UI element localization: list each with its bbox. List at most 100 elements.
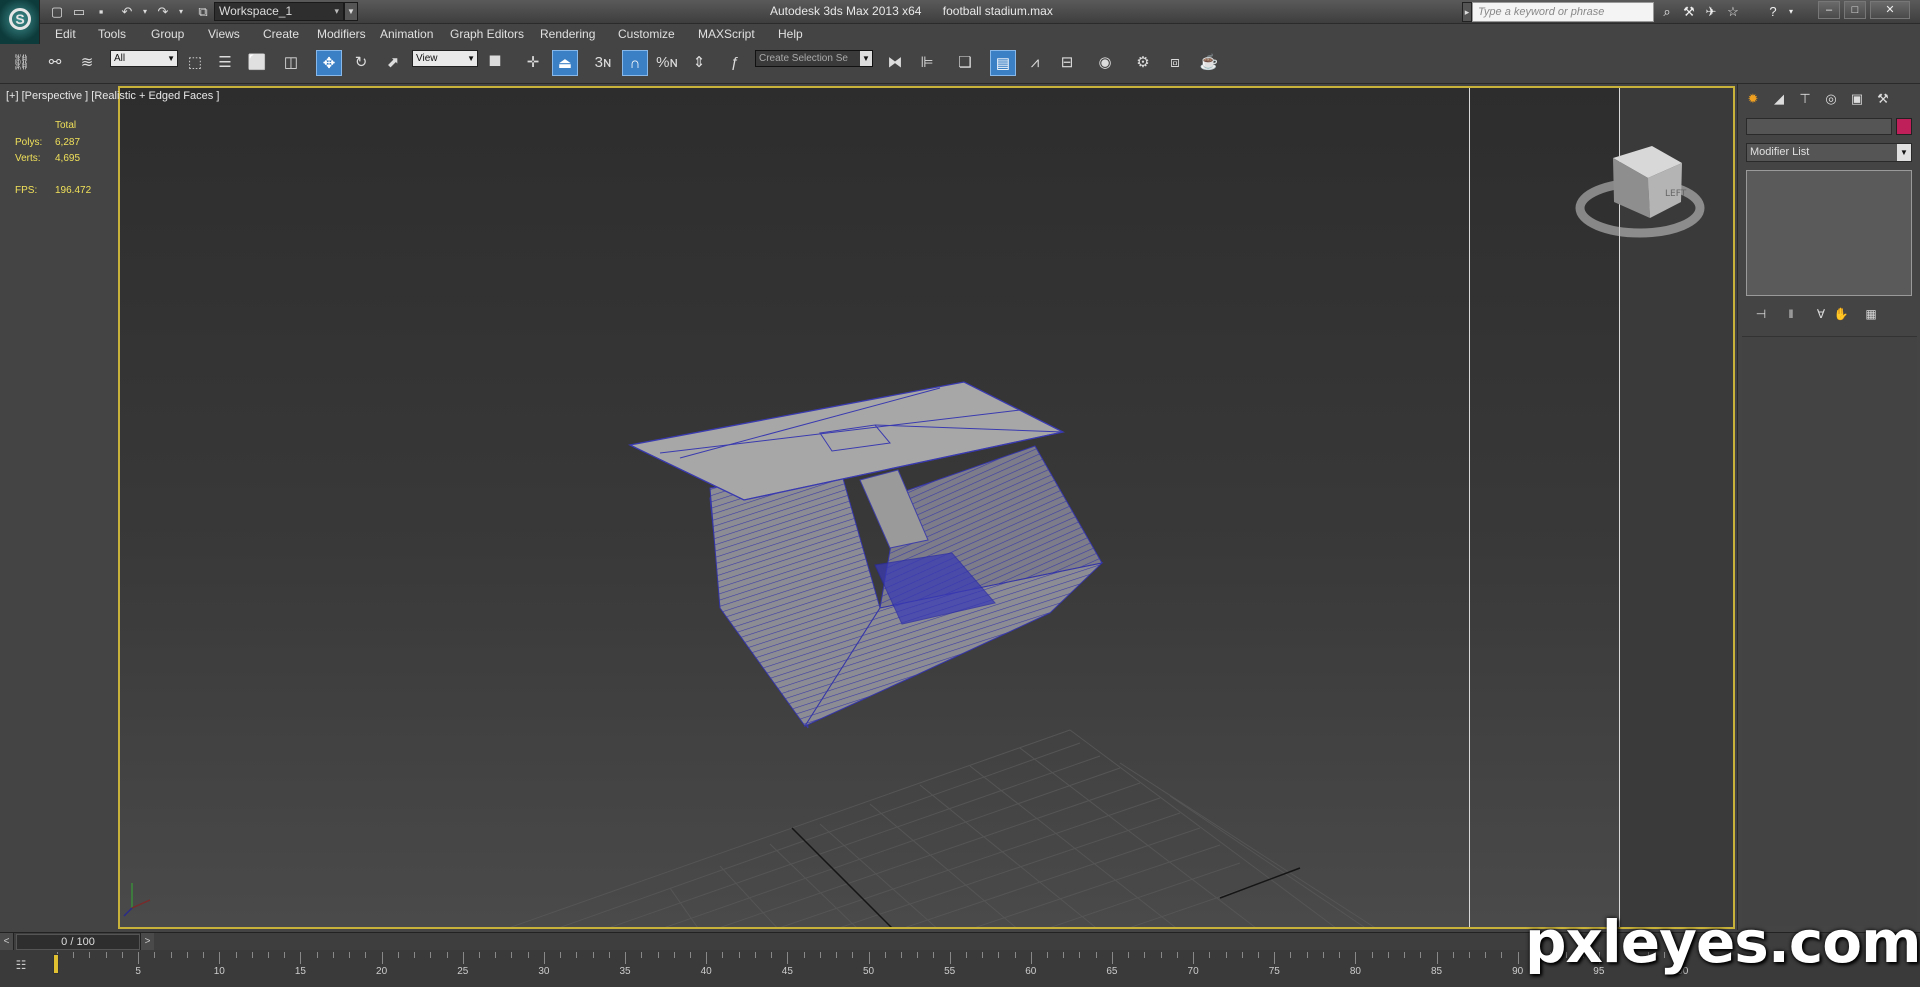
keyboard-shortcut-override-icon[interactable]: ⏏: [552, 50, 578, 76]
menu-group[interactable]: Group: [151, 27, 184, 41]
modifier-list-dropdown[interactable]: Modifier List ▼: [1746, 143, 1912, 162]
undo-icon[interactable]: ↶: [118, 3, 136, 21]
perspective-viewport[interactable]: LEFT: [118, 86, 1735, 929]
chevron-down-icon: ▼: [860, 51, 872, 66]
help-dropdown-icon[interactable]: ▾: [1782, 3, 1800, 21]
help-icon[interactable]: ?: [1764, 3, 1782, 21]
snaps-toggle-icon[interactable]: 3ɴ: [590, 50, 616, 76]
material-editor-icon[interactable]: ◉: [1092, 50, 1118, 76]
minimize-button[interactable]: –: [1818, 1, 1840, 19]
curve-editor-icon[interactable]: ⩘: [1022, 50, 1048, 76]
select-and-link-icon[interactable]: ⛓: [8, 50, 34, 76]
track-tick: [170, 952, 172, 958]
make-unique-icon[interactable]: ∀: [1810, 304, 1832, 324]
selection-filter-dropdown[interactable]: All ▼: [110, 50, 178, 67]
subscription-icon[interactable]: ⚒: [1680, 3, 1698, 21]
configure-modifier-sets-icon[interactable]: ▦: [1860, 304, 1882, 324]
show-end-result-icon[interactable]: ‖: [1780, 304, 1802, 324]
named-selection-sets-dropdown[interactable]: Create Selection Se ▼: [755, 50, 873, 67]
object-name-field[interactable]: [1746, 118, 1892, 135]
viewport-label-menu[interactable]: [+] [Perspective ] [Realistic + Edged Fa…: [6, 90, 219, 102]
percent-snap-toggle-icon[interactable]: %ɴ: [654, 50, 680, 76]
track-tick: [1387, 952, 1389, 958]
track-ruler[interactable]: 5 10 15 20 25 30 35 40 45 50 55 60 65 70 75 80 85 90 95 100: [55, 950, 1688, 987]
select-and-move-icon[interactable]: ✥: [316, 50, 342, 76]
track-tick: [1420, 952, 1422, 958]
angle-snap-toggle-icon[interactable]: ∩: [622, 50, 648, 76]
modify-tab-icon[interactable]: ◢: [1768, 88, 1790, 110]
pin-stack-icon[interactable]: ⊣: [1750, 304, 1772, 324]
search-input[interactable]: Type a keyword or phrase: [1472, 2, 1654, 22]
open-mini-curve-editor-icon[interactable]: ☷: [10, 956, 32, 974]
render-setup-icon[interactable]: ⚙: [1130, 50, 1156, 76]
next-frame-button[interactable]: >: [140, 933, 154, 951]
main-toolbar: ⛓ ⚯ ≋ All ▼ ⬚ ☰ ⬜ ◫ ✥ ↻ ⬈ View ▼ ⯀ ✛ ⏏ 3…: [0, 44, 1920, 84]
menu-maxscript[interactable]: MAXScript: [698, 27, 755, 41]
snap-dimension-label: 3: [594, 54, 604, 71]
project-folder-icon[interactable]: ⧉: [194, 3, 212, 21]
maximize-button[interactable]: □: [1844, 1, 1866, 19]
communication-icon[interactable]: ✈: [1702, 3, 1720, 21]
menu-views[interactable]: Views: [208, 27, 240, 41]
display-tab-icon[interactable]: ▣: [1846, 88, 1868, 110]
track-tick: [186, 952, 188, 958]
utilities-tab-icon[interactable]: ⚒: [1872, 88, 1894, 110]
modifier-stack[interactable]: [1746, 170, 1912, 296]
current-frame-marker[interactable]: [53, 954, 59, 974]
rendered-frame-window-icon[interactable]: ⧈: [1162, 50, 1188, 76]
undo-dropdown-icon[interactable]: ▾: [136, 3, 154, 21]
menu-help[interactable]: Help: [778, 27, 803, 41]
new-file-icon[interactable]: ▢: [48, 3, 66, 21]
mirror-icon[interactable]: ⧓: [882, 50, 908, 76]
favorites-icon[interactable]: ☆: [1724, 3, 1742, 21]
edit-named-selection-icon[interactable]: ƒ: [722, 50, 748, 76]
create-tab-icon[interactable]: ✹: [1742, 88, 1764, 110]
spinner-snap-toggle-icon[interactable]: ⇕: [686, 50, 712, 76]
save-file-icon[interactable]: ▪: [92, 3, 110, 21]
track-tick-label: 15: [294, 966, 306, 977]
menu-bar: Edit Tools Group Views Create Modifiers …: [40, 24, 1920, 44]
select-and-rotate-icon[interactable]: ↻: [348, 50, 374, 76]
open-file-icon[interactable]: ▭: [70, 3, 88, 21]
application-menu-button[interactable]: S: [0, 0, 40, 44]
select-object-icon[interactable]: ⬚: [182, 50, 208, 76]
redo-icon[interactable]: ↷: [154, 3, 172, 21]
ribbon-toggle-icon[interactable]: ▤: [990, 50, 1016, 76]
schematic-view-icon[interactable]: ⊟: [1054, 50, 1080, 76]
menu-graph-editors[interactable]: Graph Editors: [450, 27, 524, 41]
select-and-scale-icon[interactable]: ⬈: [380, 50, 406, 76]
workspace-dropdown[interactable]: Workspace_1 ▾: [214, 2, 344, 21]
menu-create[interactable]: Create: [263, 27, 299, 41]
quick-access-dropdown[interactable]: ▼: [344, 2, 358, 21]
rectangular-selection-icon[interactable]: ⬜: [244, 50, 270, 76]
layer-manager-icon[interactable]: ❏: [952, 50, 978, 76]
menu-customize[interactable]: Customize: [618, 27, 675, 41]
binoculars-icon[interactable]: ⌕: [1658, 3, 1676, 21]
motion-tab-icon[interactable]: ◎: [1820, 88, 1842, 110]
bind-to-space-warp-icon[interactable]: ≋: [74, 50, 100, 76]
menu-edit[interactable]: Edit: [55, 27, 76, 41]
infocenter-toggle[interactable]: ▸: [1462, 2, 1472, 22]
viewcube[interactable]: LEFT: [1575, 146, 1705, 238]
hierarchy-tab-icon[interactable]: ⊤: [1794, 88, 1816, 110]
object-color-swatch[interactable]: [1896, 118, 1912, 135]
pivot-center-icon[interactable]: ⯀: [482, 50, 508, 76]
menu-tools[interactable]: Tools: [98, 27, 126, 41]
window-crossing-icon[interactable]: ◫: [278, 50, 304, 76]
previous-frame-button[interactable]: <: [0, 933, 14, 951]
track-tick: [982, 952, 984, 958]
select-manipulate-icon[interactable]: ✛: [520, 50, 546, 76]
stadium-model[interactable]: [627, 381, 1104, 729]
time-slider-thumb[interactable]: 0 / 100: [16, 934, 140, 950]
render-production-icon[interactable]: ☕: [1196, 50, 1222, 76]
remove-modifier-icon[interactable]: ✋: [1830, 304, 1852, 324]
reference-coordinate-dropdown[interactable]: View ▼: [412, 50, 478, 67]
redo-dropdown-icon[interactable]: ▾: [172, 3, 190, 21]
menu-modifiers[interactable]: Modifiers: [317, 27, 366, 41]
menu-animation[interactable]: Animation: [380, 27, 433, 41]
menu-rendering[interactable]: Rendering: [540, 27, 595, 41]
unlink-selection-icon[interactable]: ⚯: [42, 50, 68, 76]
align-icon[interactable]: ⊫: [914, 50, 940, 76]
close-button[interactable]: ✕: [1870, 1, 1910, 19]
select-by-name-icon[interactable]: ☰: [212, 50, 238, 76]
